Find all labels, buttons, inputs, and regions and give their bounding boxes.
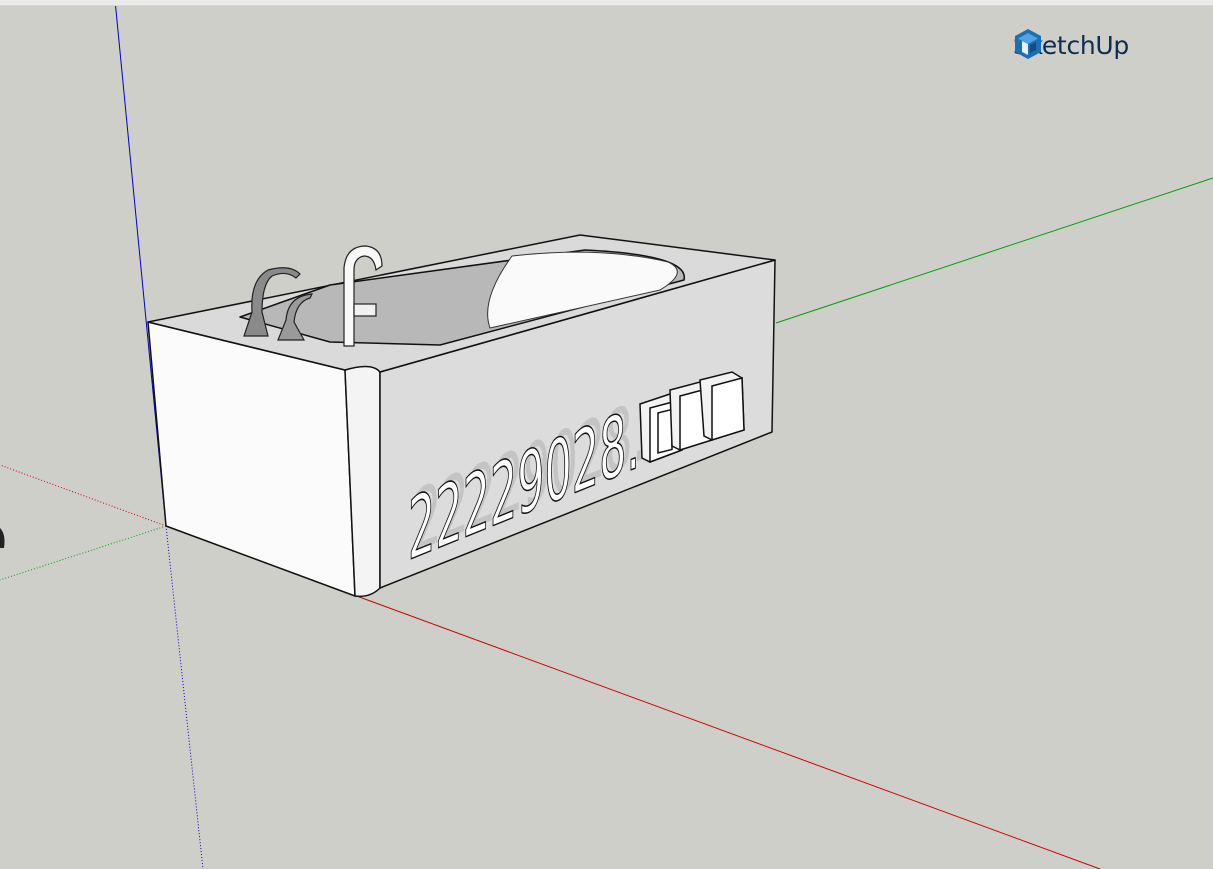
3d-viewport[interactable]: 22229028. 22229028. SketchUp — [0, 6, 1213, 869]
sketchup-logo: SketchUp — [1013, 28, 1129, 62]
blue-axis-negative — [165, 525, 204, 869]
offscreen-object — [0, 528, 5, 548]
sketchup-logo-icon — [1015, 29, 1041, 59]
green-axis-negative — [0, 525, 167, 581]
blue-axis — [115, 6, 167, 527]
red-axis-negative — [0, 464, 167, 527]
green-axis — [775, 177, 1213, 324]
viewport-canvas[interactable]: 22229028. 22229028. — [0, 6, 1213, 869]
faucet-handle — [353, 303, 377, 317]
